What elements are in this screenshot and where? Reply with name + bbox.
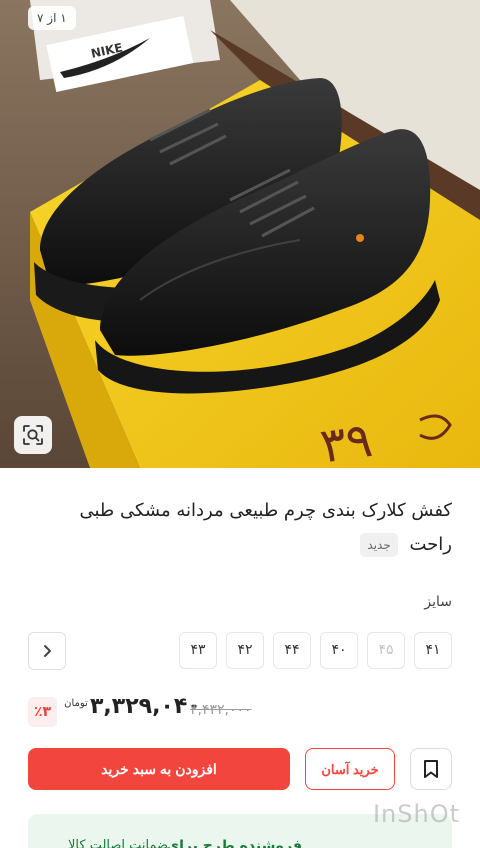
current-price: ۳,۳۲۹,۰۴۰ xyxy=(90,694,201,719)
size-option[interactable]: ۴۲ xyxy=(226,632,264,669)
new-badge: جدید xyxy=(360,533,398,557)
guarantee-text: فروشنده طرح برای xyxy=(166,838,302,848)
size-option[interactable]: ۴۱ xyxy=(414,632,452,669)
size-option-unavailable[interactable]: ۴۵ xyxy=(367,632,405,669)
bookmark-icon xyxy=(424,760,438,778)
chevron-right-icon xyxy=(44,645,51,657)
size-option[interactable]: ۴۴ xyxy=(273,632,311,669)
watermark: InShOt xyxy=(372,800,460,828)
guarantee-link[interactable]: ضمانت اصالت کالا xyxy=(68,838,168,848)
size-label: سایز xyxy=(424,594,452,610)
size-selector: ۴۱ ۴۵ ۴۰ ۴۴ ۴۲ ۴۳ xyxy=(179,632,452,669)
product-title: کفش کلارک بندی چرم طبیعی مردانه مشکی طبی… xyxy=(52,494,452,562)
image-search-icon xyxy=(23,425,43,445)
easy-buy-button[interactable]: خرید آسان xyxy=(305,748,395,790)
product-image[interactable]: NIKE ۳۹ ۱ از ۷ xyxy=(0,0,480,468)
currency-label: تومان xyxy=(64,698,88,709)
old-price: ۳,۴۳۲,۰۰۰ xyxy=(190,702,252,718)
bookmark-button[interactable] xyxy=(410,748,452,790)
image-search-button[interactable] xyxy=(14,416,52,454)
svg-text:۳۹: ۳۹ xyxy=(317,412,376,468)
size-option[interactable]: ۴۰ xyxy=(320,632,358,669)
image-counter: ۱ از ۷ xyxy=(28,6,76,30)
size-option[interactable]: ۴۳ xyxy=(179,632,217,669)
discount-badge: ٪۳ xyxy=(28,697,58,727)
more-sizes-button[interactable] xyxy=(28,632,66,670)
add-to-cart-button[interactable]: افزودن به سبد خرید xyxy=(28,748,290,790)
shoe-photo: NIKE ۳۹ xyxy=(0,0,480,468)
